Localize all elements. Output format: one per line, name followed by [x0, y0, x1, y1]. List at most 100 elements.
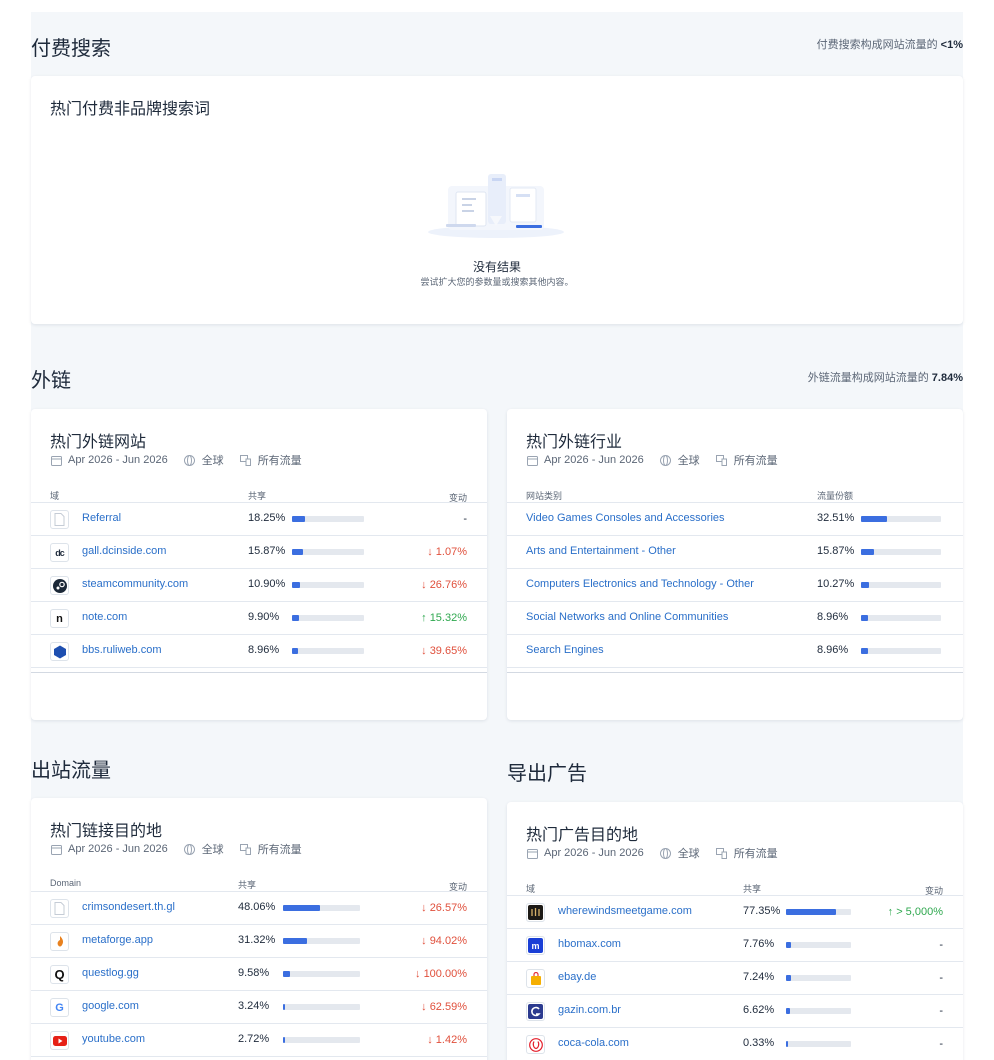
share-bar	[786, 1008, 851, 1014]
backlinks-section-title: 外链	[31, 370, 71, 392]
table-row[interactable]: Video Games Consoles and Accessories 32.5…	[507, 503, 963, 536]
table-row[interactable]: Computers Electronics and Technology - O…	[507, 569, 963, 602]
share-bar	[292, 516, 364, 522]
share-bar	[292, 582, 364, 588]
metaforge-icon	[50, 932, 69, 951]
table-row[interactable]: wherewindsmeetgame.com 77.35% ↑ > 5,000%	[507, 896, 963, 929]
share-bar-fill	[786, 1008, 790, 1014]
table-row[interactable]: steamcommunity.com 10.90% ↓ 26.76%	[31, 569, 487, 602]
traffic-filter[interactable]: 所有流量	[734, 845, 778, 861]
domain-link[interactable]: youtube.com	[82, 1033, 145, 1045]
domain-link[interactable]: bbs.ruliweb.com	[82, 644, 161, 656]
share-bar-fill	[292, 648, 298, 654]
arrow-down-icon: ↓	[421, 579, 430, 591]
domain-link[interactable]: wherewindsmeetgame.com	[558, 905, 692, 917]
steam-icon	[50, 576, 69, 595]
col-header-domain: Domain	[50, 878, 82, 888]
table-row[interactable]: metaforge.app 31.32% ↓ 94.02%	[31, 925, 487, 958]
domain-link[interactable]: hbomax.com	[558, 938, 621, 950]
share-bar-fill	[786, 942, 791, 948]
globe-icon	[660, 847, 672, 859]
table-row[interactable]: crimsondesert.th.gl 48.06% ↓ 26.57%	[31, 892, 487, 925]
table-row[interactable]: ebay.de 7.24% -	[507, 962, 963, 995]
domain-link[interactable]: crimsondesert.th.gl	[82, 901, 175, 913]
date-range[interactable]: Apr 2026 - Jun 2026	[544, 847, 644, 859]
region-filter[interactable]: 全球	[678, 845, 700, 861]
share-bar	[861, 615, 941, 621]
region-filter[interactable]: 全球	[202, 452, 224, 468]
category-link[interactable]: Computers Electronics and Technology - O…	[526, 578, 754, 590]
change-value: -	[939, 1005, 943, 1017]
table-row[interactable]: coca-cola.com 0.33% -	[507, 1028, 963, 1060]
category-link[interactable]: Video Games Consoles and Accessories	[526, 512, 725, 524]
domain-link[interactable]: coca-cola.com	[558, 1037, 629, 1049]
share-value: 8.96%	[817, 611, 849, 623]
table-row[interactable]: n note.com 9.90% ↑ 15.32%	[31, 602, 487, 635]
share-bar-fill	[283, 971, 290, 977]
domain-link[interactable]: google.com	[82, 1000, 139, 1012]
traffic-filter[interactable]: 所有流量	[258, 841, 302, 857]
share-bar-fill	[786, 975, 791, 981]
change-value: ↓ 26.76%	[421, 579, 467, 591]
domain-link[interactable]: questlog.gg	[82, 967, 139, 979]
share-value: 10.27%	[817, 578, 855, 590]
domain-link[interactable]: gazin.com.br	[558, 1004, 621, 1016]
change-value: ↓ 39.65%	[421, 645, 467, 657]
svg-text:m: m	[531, 941, 539, 951]
domain-link[interactable]: Referral	[82, 512, 121, 524]
date-range[interactable]: Apr 2026 - Jun 2026	[68, 454, 168, 466]
arrow-down-icon: ↓	[427, 546, 436, 558]
note-icon: n	[50, 609, 69, 628]
table-row[interactable]: m hbomax.com 7.76% -	[507, 929, 963, 962]
table-row[interactable]: dc gall.dcinside.com 15.87% ↓ 1.07%	[31, 536, 487, 569]
share-bar-fill	[292, 549, 303, 555]
share-bar-fill	[283, 905, 320, 911]
table-footer-divider	[507, 672, 963, 673]
category-link[interactable]: Arts and Entertainment - Other	[526, 545, 676, 557]
share-value: 18.25%	[248, 512, 286, 524]
table-row[interactable]: Arts and Entertainment - Other 15.87%	[507, 536, 963, 569]
devices-icon	[240, 454, 252, 466]
change-value: -	[939, 1038, 943, 1050]
date-range[interactable]: Apr 2026 - Jun 2026	[68, 843, 168, 855]
filter-meta: Apr 2026 - Jun 2026 全球 所有流量	[526, 845, 778, 861]
category-link[interactable]: Social Networks and Online Communities	[526, 611, 728, 623]
paid-keywords-card: 热门付费非品牌搜索词 没有结果 尝试扩大您的参数量或搜索其他内容。	[31, 76, 963, 324]
top-link-destinations-card: 热门链接目的地 Apr 2026 - Jun 2026 全球 所有流量 Doma…	[31, 798, 487, 1060]
arrow-down-icon: ↓	[421, 645, 430, 657]
table-row[interactable]: gazin.com.br 6.62% -	[507, 995, 963, 1028]
domain-link[interactable]: metaforge.app	[82, 934, 153, 946]
ruliweb-icon	[50, 642, 69, 661]
share-bar	[292, 549, 364, 555]
domain-link[interactable]: ebay.de	[558, 971, 596, 983]
table-row[interactable]: Referral 18.25% -	[31, 503, 487, 536]
table-row[interactable]: Ggoogle.com 3.24% ↓ 62.59%	[31, 991, 487, 1024]
region-filter[interactable]: 全球	[678, 452, 700, 468]
col-header-share: 共享	[743, 884, 762, 894]
table-row[interactable]: bbs.ruliweb.com 8.96% ↓ 39.65%	[31, 635, 487, 668]
share-value: 9.90%	[248, 611, 280, 623]
share-bar-fill	[292, 582, 300, 588]
table-row[interactable]: youtube.com 2.72% ↓ 1.42%	[31, 1024, 487, 1057]
change-value: -	[463, 513, 467, 525]
traffic-filter[interactable]: 所有流量	[258, 452, 302, 468]
domain-link[interactable]: gall.dcinside.com	[82, 545, 166, 557]
domain-link[interactable]: steamcommunity.com	[82, 578, 188, 590]
table-row[interactable]: Search Engines 8.96%	[507, 635, 963, 668]
traffic-filter[interactable]: 所有流量	[734, 452, 778, 468]
region-filter[interactable]: 全球	[202, 841, 224, 857]
table-row[interactable]: Social Networks and Online Communities 8.…	[507, 602, 963, 635]
calendar-icon	[50, 843, 62, 855]
top-referring-sites-title: 热门外链网站	[50, 434, 147, 451]
paid-keywords-card-title: 热门付费非品牌搜索词	[50, 101, 211, 118]
domain-link[interactable]: note.com	[82, 611, 127, 623]
share-bar-fill	[861, 516, 887, 522]
paid-search-section-title: 付费搜索	[31, 38, 111, 60]
col-header-domain: 域	[526, 884, 536, 894]
change-value: ↑ > 5,000%	[887, 906, 943, 918]
date-range[interactable]: Apr 2026 - Jun 2026	[544, 454, 644, 466]
col-header-share: 共享	[248, 491, 267, 501]
table-row[interactable]: Qquestlog.gg 9.58% ↓ 100.00%	[31, 958, 487, 991]
category-link[interactable]: Search Engines	[526, 644, 604, 656]
change-value: ↑ 15.32%	[421, 612, 467, 624]
